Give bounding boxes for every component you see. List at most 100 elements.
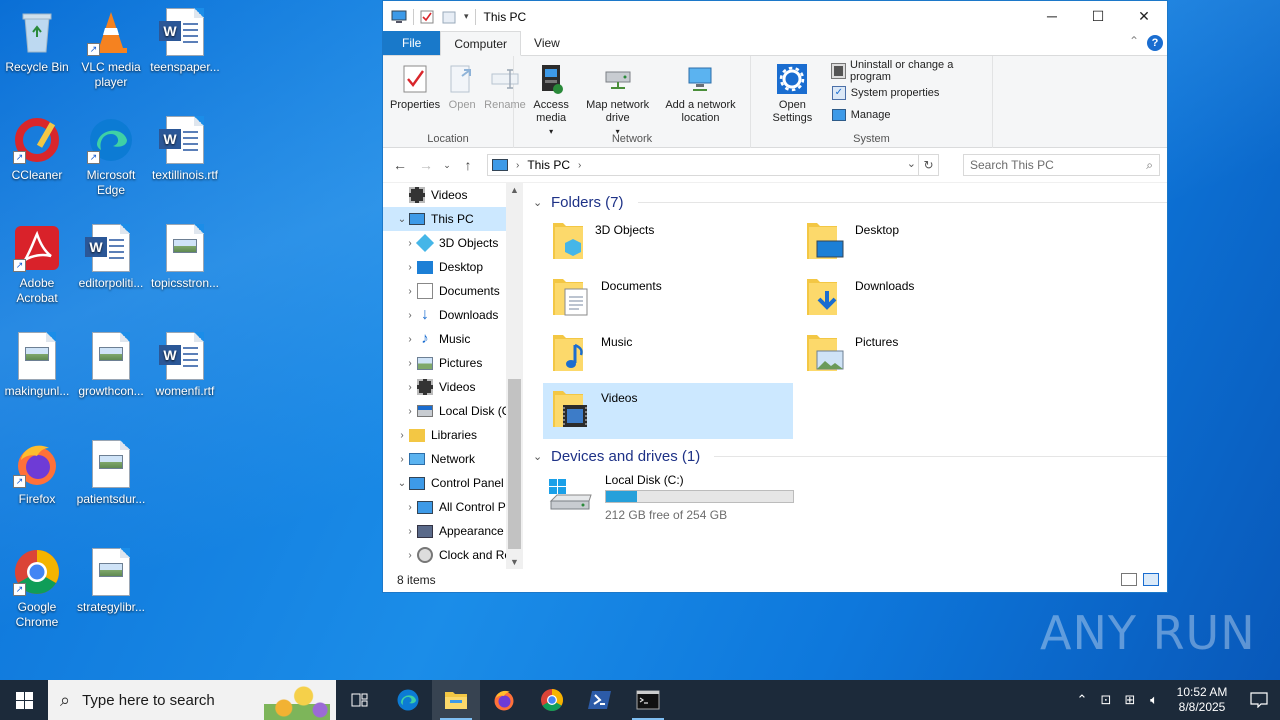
scroll-up-arrow-icon[interactable]: ▲: [506, 185, 523, 195]
address-bar[interactable]: › This PC › ⌄: [487, 154, 919, 176]
devices-section-header[interactable]: ⌄ Devices and drives (1): [533, 443, 1167, 469]
folder-documents[interactable]: Documents: [543, 271, 797, 327]
navigation-pane[interactable]: Videos ⌄ This PC › 3D Objects › Desktop …: [383, 183, 523, 569]
task-view-button[interactable]: [336, 680, 384, 720]
desktop-icon-firefox[interactable]: ↗ Firefox: [0, 440, 74, 507]
desktop-icon-ccleaner[interactable]: ↗ CCleaner: [0, 116, 74, 183]
desktop-icon-chrome[interactable]: ↗ Google Chrome: [0, 548, 74, 630]
up-arrow-icon[interactable]: ↑: [457, 157, 479, 173]
system-properties-button[interactable]: ✓ System properties: [830, 82, 988, 104]
collapse-ribbon-icon[interactable]: ⌃: [1129, 34, 1139, 48]
desktop-icon-topicsstron[interactable]: topicsstron...: [148, 224, 222, 291]
chevron-right-icon[interactable]: ›: [403, 262, 417, 273]
nav-item-this-pc[interactable]: ⌄ This PC: [383, 207, 522, 231]
help-icon[interactable]: ?: [1147, 35, 1163, 51]
clock[interactable]: 10:52 AM 8/8/2025: [1166, 685, 1238, 715]
tab-file[interactable]: File: [383, 31, 441, 55]
close-button[interactable]: ✕: [1121, 1, 1167, 31]
chevron-right-icon[interactable]: ›: [403, 502, 417, 513]
desktop-icon-teenspaper[interactable]: W teenspaper...: [148, 8, 222, 75]
minimize-button[interactable]: ─: [1029, 1, 1075, 31]
chevron-down-icon[interactable]: ⌄: [395, 478, 409, 489]
nav-item-appearance[interactable]: › Appearance an: [383, 519, 523, 543]
nav-item-downloads[interactable]: › ↓ Downloads: [383, 303, 523, 327]
folder-music[interactable]: Music: [543, 327, 797, 383]
chevron-down-icon[interactable]: ⌄: [395, 214, 409, 225]
search-input[interactable]: Search This PC ⌕: [963, 154, 1160, 176]
desktop-icon-recycle-bin[interactable]: Recycle Bin: [0, 8, 74, 75]
folder-downloads[interactable]: Downloads: [797, 271, 1051, 327]
folder-pictures[interactable]: Pictures: [797, 327, 1051, 383]
nav-item-local-disk[interactable]: › Local Disk (C:): [383, 399, 523, 423]
customize-toolbar-dropdown-icon[interactable]: ▾: [464, 11, 469, 22]
nav-item-3d-objects[interactable]: › 3D Objects: [383, 231, 523, 255]
nav-item-videos[interactable]: › Videos: [383, 375, 523, 399]
forward-arrow-icon[interactable]: →: [415, 157, 437, 173]
maximize-button[interactable]: ☐: [1075, 1, 1121, 31]
large-icons-view-icon[interactable]: [1143, 573, 1159, 586]
taskbar-file-explorer[interactable]: [432, 680, 480, 720]
nav-item-music[interactable]: › ♪ Music: [383, 327, 523, 351]
nav-item-videos-top[interactable]: Videos: [383, 183, 523, 207]
folder-videos[interactable]: Videos: [543, 383, 793, 439]
desktop-icon-textillinois[interactable]: W textillinois.rtf: [148, 116, 222, 183]
chevron-right-icon[interactable]: ›: [395, 430, 409, 441]
chevron-right-icon[interactable]: ›: [403, 382, 417, 393]
nav-item-desktop[interactable]: › Desktop: [383, 255, 523, 279]
nav-item-documents[interactable]: › Documents: [383, 279, 523, 303]
desktop-icon-strategylibr[interactable]: strategylibr...: [74, 548, 148, 615]
meet-now-icon[interactable]: ⊡: [1094, 692, 1118, 708]
chevron-right-icon[interactable]: ›: [403, 550, 417, 561]
desktop-icon-acrobat[interactable]: ↗ Adobe Acrobat: [0, 224, 74, 306]
breadcrumb-this-pc[interactable]: This PC: [527, 158, 570, 172]
desktop-icon-edge[interactable]: ↗ Microsoft Edge: [74, 116, 148, 198]
chevron-right-icon[interactable]: ›: [403, 238, 417, 249]
taskbar-search-box[interactable]: ⌕ Type here to search: [48, 680, 336, 720]
recent-locations-chevron-icon[interactable]: ⌄: [441, 160, 453, 171]
desktop-icon-growthcon[interactable]: growthcon...: [74, 332, 148, 399]
action-center-button[interactable]: [1238, 692, 1280, 708]
network-status-icon[interactable]: ⊞: [1118, 692, 1142, 708]
nav-item-all-control-panel[interactable]: › All Control Par: [383, 495, 523, 519]
chevron-down-icon[interactable]: ⌄: [533, 196, 545, 209]
volume-icon[interactable]: 🔈︎: [1142, 692, 1166, 708]
tab-view[interactable]: View: [521, 31, 573, 55]
taskbar-firefox[interactable]: [480, 680, 528, 720]
desktop-icon-vlc[interactable]: ↗ VLC media player: [74, 8, 148, 90]
manage-button[interactable]: Manage: [830, 104, 988, 126]
chevron-right-icon[interactable]: ›: [395, 454, 409, 465]
folders-section-header[interactable]: ⌄ Folders (7): [533, 189, 1167, 215]
chevron-right-icon[interactable]: ›: [403, 358, 417, 369]
properties-icon[interactable]: [420, 10, 436, 24]
scroll-down-arrow-icon[interactable]: ▼: [506, 557, 523, 567]
details-view-icon[interactable]: [1121, 573, 1137, 586]
uninstall-program-button[interactable]: Uninstall or change a program: [830, 59, 988, 83]
taskbar-powershell[interactable]: [576, 680, 624, 720]
nav-item-libraries[interactable]: › Libraries: [383, 423, 523, 447]
nav-item-pictures[interactable]: › Pictures: [383, 351, 523, 375]
nav-item-network[interactable]: › Network: [383, 447, 523, 471]
address-history-chevron-icon[interactable]: ⌄: [907, 157, 916, 170]
new-folder-icon[interactable]: [442, 10, 458, 24]
nav-item-clock-region[interactable]: › Clock and Regi: [383, 543, 523, 567]
desktop-icon-womenfi[interactable]: W womenfi.rtf: [148, 332, 222, 399]
taskbar-chrome[interactable]: [528, 680, 576, 720]
desktop-icon-editorpoliti[interactable]: W editorpoliti...: [74, 224, 148, 291]
chevron-right-icon[interactable]: ›: [403, 526, 417, 537]
show-hidden-icons-chevron-icon[interactable]: ⌃: [1070, 692, 1094, 708]
breadcrumb-separator-icon[interactable]: ›: [516, 160, 519, 171]
breadcrumb-separator-icon[interactable]: ›: [578, 160, 581, 171]
nav-item-control-panel[interactable]: ⌄ Control Panel: [383, 471, 523, 495]
chevron-right-icon[interactable]: ›: [403, 286, 417, 297]
scrollbar-thumb[interactable]: [508, 379, 521, 549]
back-arrow-icon[interactable]: ←: [389, 157, 411, 173]
chevron-right-icon[interactable]: ›: [403, 406, 417, 417]
desktop-icon-makingunl[interactable]: makingunl...: [0, 332, 74, 399]
chevron-down-icon[interactable]: ⌄: [533, 450, 545, 463]
taskbar-command-prompt[interactable]: [624, 680, 672, 720]
taskbar-edge[interactable]: [384, 680, 432, 720]
refresh-icon[interactable]: ↻: [919, 154, 939, 176]
start-button[interactable]: [0, 680, 48, 720]
folder-desktop[interactable]: Desktop: [797, 215, 1051, 271]
chevron-right-icon[interactable]: ›: [403, 310, 417, 321]
